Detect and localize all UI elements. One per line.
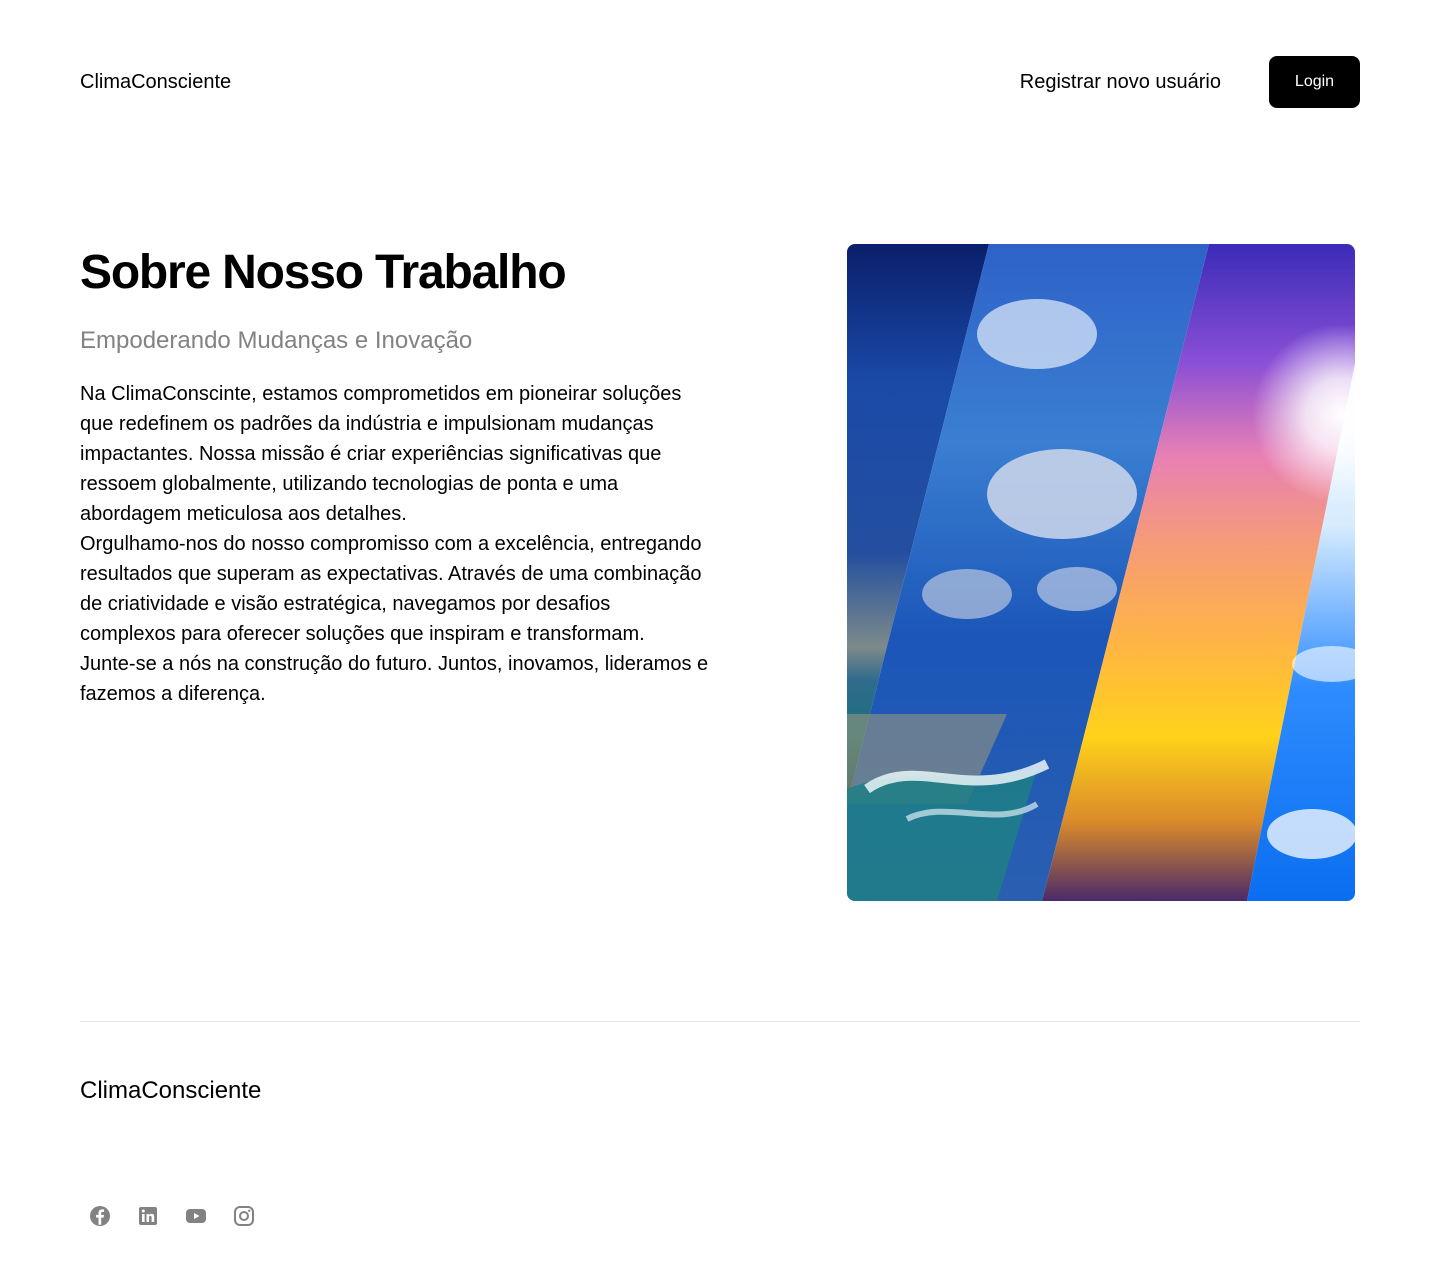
- instagram-icon[interactable]: [232, 1204, 256, 1228]
- page-subtitle: Empoderando Mudanças e Inovação: [80, 327, 473, 354]
- about-paragraph-3: Junte-se a nós na construção do futuro. …: [80, 653, 709, 705]
- login-button[interactable]: Login: [1269, 56, 1360, 108]
- social-links: [88, 1204, 280, 1228]
- about-section: Sobre Nosso Trabalho Empoderando Mudança…: [80, 244, 710, 709]
- brand-logo-link[interactable]: ClimaConsciente: [80, 71, 231, 94]
- youtube-icon[interactable]: [184, 1204, 208, 1228]
- register-link[interactable]: Registrar novo usuário: [1020, 71, 1221, 94]
- facebook-icon[interactable]: [88, 1204, 112, 1228]
- about-paragraph-1: Na ClimaConscinte, estamos comprometidos…: [80, 383, 682, 525]
- about-paragraph-2: Orgulhamo-nos do nosso compromisso com a…: [80, 533, 702, 645]
- page-title: Sobre Nosso Trabalho: [80, 246, 567, 299]
- site-header: ClimaConsciente Registrar novo usuário L…: [80, 56, 1360, 108]
- header-nav: Registrar novo usuário Login: [1020, 56, 1360, 108]
- footer-divider: [80, 1021, 1360, 1022]
- linkedin-icon[interactable]: [136, 1204, 160, 1228]
- footer-brand: ClimaConsciente: [80, 1077, 262, 1104]
- climate-collage-image: [847, 244, 1355, 901]
- about-body: Na ClimaConscinte, estamos comprometidos…: [80, 379, 710, 709]
